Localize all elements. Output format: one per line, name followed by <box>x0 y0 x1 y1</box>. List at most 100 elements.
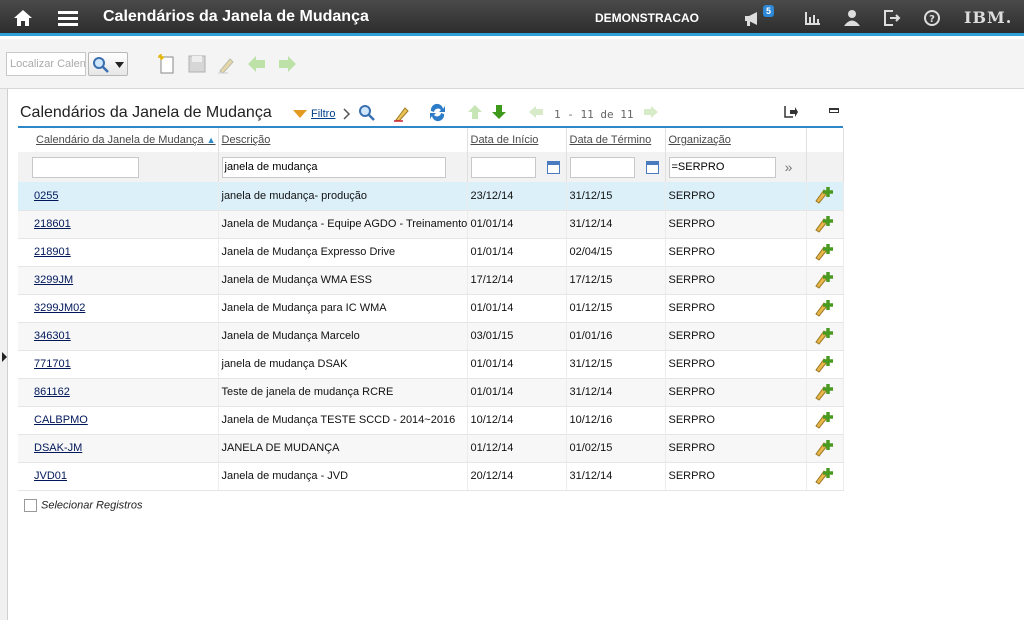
table-row[interactable]: 861162 Teste de janela de mudança RCRE 01/… <box>18 378 844 407</box>
sort-asc-icon: ▲ <box>206 135 216 145</box>
find-calendar-input[interactable]: Localizar Calendário <box>6 52 86 76</box>
cell-description: janela de mudança- produção <box>218 182 468 211</box>
table-row[interactable]: 346301 Janela de Mudança Marcelo 03/01/15 0… <box>18 322 844 351</box>
cell-calendar[interactable]: 218601 <box>18 210 219 239</box>
report-icon[interactable] <box>802 7 824 29</box>
calendar-link[interactable]: DSAK-JM <box>34 442 82 454</box>
previous-record-icon[interactable] <box>246 53 268 75</box>
cell-start-date: 10/12/14 <box>467 406 567 435</box>
cell-calendar[interactable]: 3299JM02 <box>18 294 219 323</box>
save-icon[interactable] <box>186 53 208 75</box>
cell-organization: SERPRO <box>665 182 807 211</box>
help-icon[interactable]: ? <box>921 7 943 29</box>
next-record-icon[interactable] <box>276 53 298 75</box>
menu-icon[interactable] <box>57 7 79 29</box>
calendar-link[interactable]: 771701 <box>34 358 71 370</box>
search-icon[interactable] <box>358 104 376 122</box>
filter-description-input[interactable]: janela de mudança <box>221 156 446 178</box>
calendar-link[interactable]: 3299JM02 <box>34 302 85 314</box>
cell-calendar[interactable]: 218901 <box>18 238 219 267</box>
cell-actions <box>806 322 844 351</box>
add-to-list-icon[interactable] <box>814 353 836 376</box>
table-row[interactable]: 218901 Janela de Mudança Expresso Drive 01… <box>18 238 844 267</box>
filter-start-date-input[interactable] <box>470 156 536 178</box>
column-header-actions <box>806 128 844 152</box>
add-to-list-icon[interactable] <box>814 325 836 348</box>
table-row[interactable]: 0255 janela de mudança- produção 23/12/14 3… <box>18 182 844 211</box>
column-header-calendar[interactable]: Calendário da Janela de Mudança ▲ <box>18 128 219 152</box>
cell-description: Janela de Mudança WMA ESS <box>218 266 468 295</box>
filter-link[interactable]: Filtro <box>311 108 335 120</box>
filter-icon[interactable] <box>293 110 307 119</box>
clear-changes-icon[interactable] <box>216 53 238 75</box>
cell-calendar[interactable]: CALBPMO <box>18 406 219 435</box>
new-record-icon[interactable] <box>156 53 178 75</box>
add-to-list-icon[interactable] <box>814 241 836 264</box>
add-to-list-icon[interactable] <box>814 213 836 236</box>
calendar-link[interactable]: 3299JM <box>34 274 73 286</box>
add-to-list-icon[interactable] <box>814 381 836 404</box>
table-row[interactable]: 218601 Janela de Mudança - Equipe AGDO - … <box>18 210 844 239</box>
add-to-list-icon[interactable] <box>814 409 836 432</box>
calendar-icon[interactable] <box>645 160 659 174</box>
table-row[interactable]: JVD01 Janela de mudança - JVD 20/12/14 31/1… <box>18 462 844 491</box>
calendar-link[interactable]: JVD01 <box>34 470 67 482</box>
find-options-button[interactable] <box>88 52 128 76</box>
calendar-icon[interactable] <box>546 160 560 174</box>
calendar-link[interactable]: 218601 <box>34 218 71 230</box>
cell-start-date: 01/01/14 <box>467 238 567 267</box>
add-to-list-icon[interactable] <box>814 437 836 460</box>
profile-icon[interactable] <box>841 7 863 29</box>
column-header-end-date[interactable]: Data de Término <box>566 128 666 152</box>
clear-filter-icon[interactable] <box>393 104 413 122</box>
refresh-icon[interactable] <box>428 103 447 122</box>
table-row[interactable]: 771701 janela de mudança DSAK 01/01/14 31/1… <box>18 350 844 379</box>
column-header-description[interactable]: Descrição <box>218 128 468 152</box>
filter-organization-input[interactable]: =SERPRO <box>668 156 776 178</box>
megaphone-icon[interactable] <box>742 7 764 29</box>
filter-calendar-input[interactable] <box>32 156 139 178</box>
cell-calendar[interactable]: 3299JM <box>18 266 219 295</box>
table-row[interactable]: CALBPMO Janela de Mudança TESTE SCCD - 20… <box>18 406 844 435</box>
calendar-link[interactable]: CALBPMO <box>34 414 88 426</box>
select-records[interactable]: Selecionar Registros <box>24 499 143 512</box>
cell-calendar[interactable]: JVD01 <box>18 462 219 491</box>
calendar-link[interactable]: 218901 <box>34 246 71 258</box>
ibm-logo: IBM. <box>964 8 1013 27</box>
previous-page-icon[interactable] <box>528 105 544 119</box>
expand-arrow-icon[interactable] <box>2 352 7 362</box>
cell-calendar[interactable]: 861162 <box>18 378 219 407</box>
table-row[interactable]: 3299JM Janela de Mudança WMA ESS 17/12/14 1… <box>18 266 844 295</box>
double-chevron-right-icon[interactable]: » <box>785 159 793 175</box>
next-page-icon[interactable] <box>643 105 659 119</box>
add-to-list-icon[interactable] <box>814 465 836 488</box>
arrow-down-icon[interactable] <box>491 104 507 120</box>
minimize-section-icon[interactable] <box>829 108 839 113</box>
table-row[interactable]: 3299JM02 Janela de Mudança para IC WMA 01/… <box>18 294 844 323</box>
sign-out-icon[interactable] <box>881 7 903 29</box>
home-icon[interactable] <box>12 7 34 29</box>
cell-end-date: 31/12/14 <box>566 378 666 407</box>
calendar-link[interactable]: 346301 <box>34 330 71 342</box>
filter-end-date-input[interactable] <box>569 156 635 178</box>
arrow-up-icon[interactable] <box>467 104 483 120</box>
add-to-list-icon[interactable] <box>814 297 836 320</box>
chevron-right-icon[interactable] <box>343 108 351 120</box>
user-name[interactable]: DEMONSTRACAO <box>595 11 699 25</box>
cell-calendar[interactable]: 771701 <box>18 350 219 379</box>
cell-calendar[interactable]: 0255 <box>18 182 219 211</box>
add-to-list-icon[interactable] <box>814 269 836 292</box>
download-icon[interactable] <box>783 105 799 119</box>
cell-description: Janela de Mudança TESTE SCCD - 2014~2016 <box>218 406 468 435</box>
calendar-link[interactable]: 0255 <box>34 190 58 202</box>
cell-calendar[interactable]: 346301 <box>18 322 219 351</box>
calendar-link[interactable]: 861162 <box>34 386 70 398</box>
cell-start-date: 01/01/14 <box>467 350 567 379</box>
column-header-organization[interactable]: Organização <box>665 128 807 152</box>
add-to-list-icon[interactable] <box>814 184 836 207</box>
table-row[interactable]: DSAK-JM JANELA DE MUDANÇA 01/12/14 01/02/15… <box>18 434 844 463</box>
select-records-checkbox[interactable] <box>24 499 37 512</box>
column-header-start-date[interactable]: Data de Início <box>467 128 567 152</box>
cell-start-date: 01/01/14 <box>467 378 567 407</box>
cell-calendar[interactable]: DSAK-JM <box>18 434 219 463</box>
